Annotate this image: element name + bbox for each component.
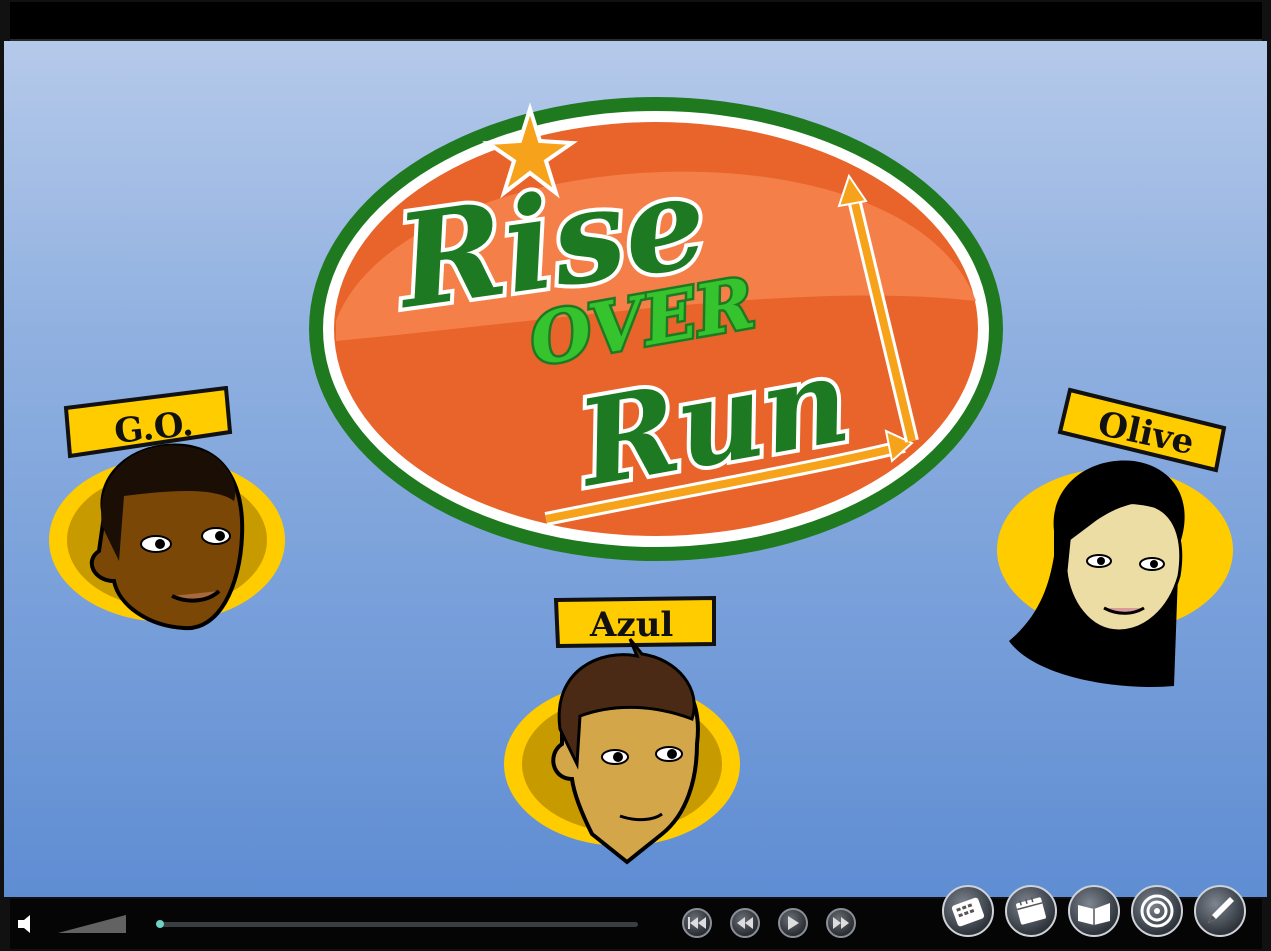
rewind-to-start-button[interactable] <box>682 908 712 938</box>
go-nameplate: G.O. <box>63 386 233 459</box>
play-button[interactable] <box>778 908 808 938</box>
speaker-icon[interactable] <box>16 913 38 935</box>
rewind-icon <box>737 917 753 929</box>
stage: Rise OVER Run G.O. Azul Olive <box>4 41 1267 897</box>
character-go[interactable]: G.O. <box>44 386 294 636</box>
rise-over-run-logo: Rise OVER Run <box>309 97 1003 561</box>
play-icon <box>788 916 799 930</box>
pencil-button[interactable] <box>1194 885 1246 937</box>
progress-handle[interactable] <box>156 920 164 928</box>
calendar-icon <box>1016 897 1046 925</box>
target-icon <box>1140 894 1174 928</box>
azul-nameplate: Azul <box>553 595 716 649</box>
character-azul[interactable]: Azul <box>502 594 752 874</box>
book-button[interactable] <box>1068 885 1120 937</box>
skip-back-icon <box>688 917 706 929</box>
target-button[interactable] <box>1131 885 1183 937</box>
character-olive[interactable]: Olive <box>994 386 1239 691</box>
calculator-button[interactable] <box>942 885 994 937</box>
fast-forward-button[interactable] <box>826 908 856 938</box>
top-bar <box>10 2 1262 41</box>
olive-nameplate: Olive <box>1057 387 1227 473</box>
fast-forward-icon <box>833 917 849 929</box>
rewind-button[interactable] <box>730 908 760 938</box>
app-window: Rise OVER Run G.O. Azul Olive <box>0 0 1271 951</box>
calendar-button[interactable] <box>1005 885 1057 937</box>
progress-track[interactable] <box>156 920 638 928</box>
book-icon <box>1078 903 1110 925</box>
calculator-icon <box>951 897 985 927</box>
volume-slider[interactable] <box>56 913 128 935</box>
pencil-icon <box>1208 897 1234 923</box>
player-controls <box>10 885 1262 949</box>
